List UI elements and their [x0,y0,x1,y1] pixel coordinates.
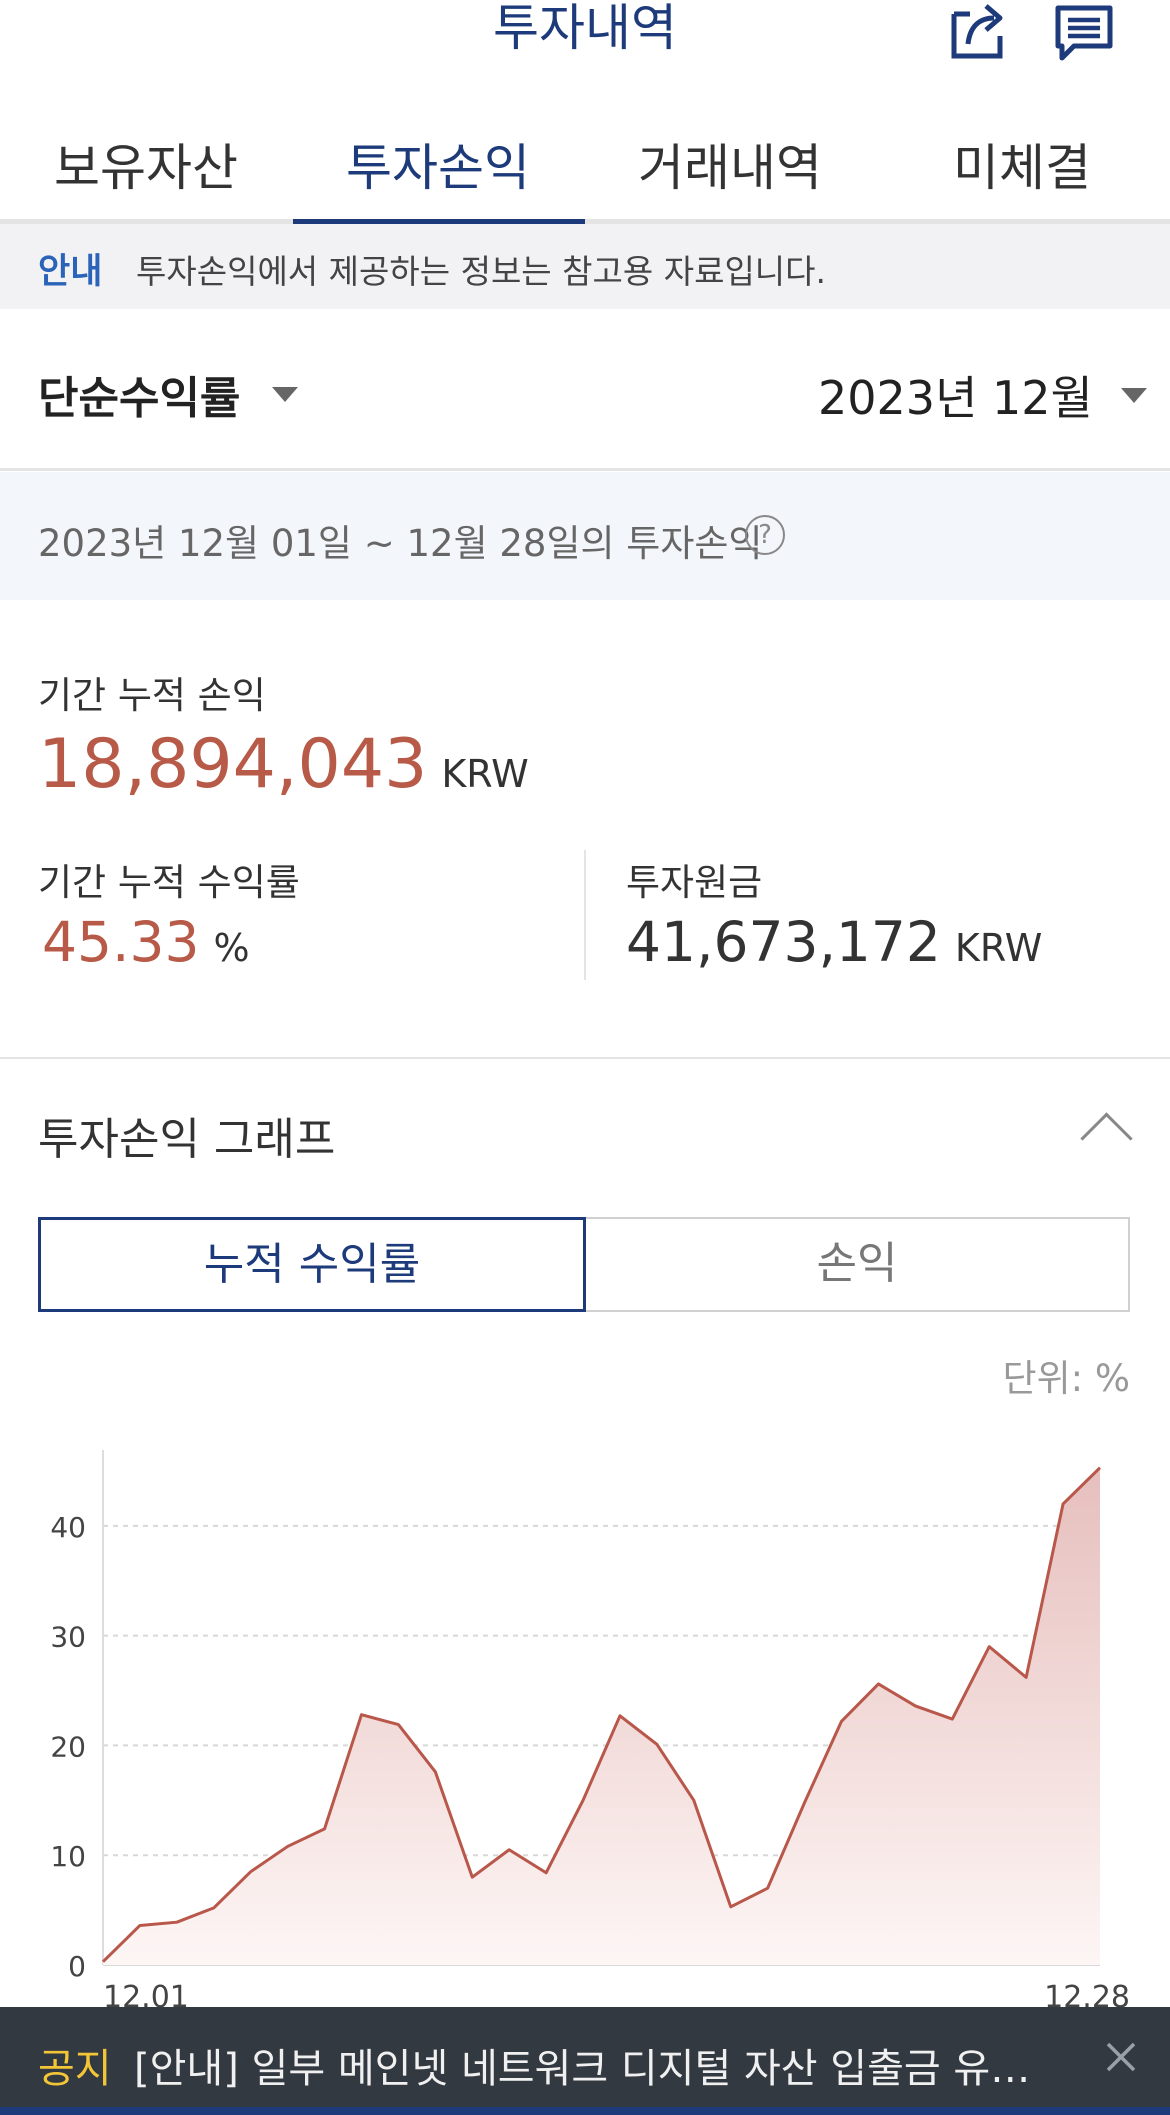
cumulative-pnl-label: 기간 누적 손익 [38,674,266,717]
graph-mode-toggle: 누적 수익률 손익 [38,1217,1130,1312]
segment-pnl[interactable]: 손익 [584,1217,1130,1312]
y-tick-label: 10 [50,1840,86,1873]
month-dropdown[interactable]: 2023년 12월 [818,362,1147,428]
return-type-dropdown[interactable]: 단순수익률 [38,362,299,426]
y-tick-label: 40 [50,1511,86,1544]
chevron-down-icon [1120,387,1147,403]
app-header: 투자내역 [0,0,1170,80]
month-label: 2023년 12월 [818,371,1093,425]
x-tick-label: 12.01 [103,1980,189,2010]
cumulative-return-chart: 0 10 20 30 40 12.01 12.28 [0,1450,1170,2015]
notice-text: 투자손익에서 제공하는 정보는 참고용 자료입니다. [136,252,827,291]
chevron-up-icon[interactable] [1080,1112,1133,1165]
unit-note: 단위: % [1002,1357,1130,1400]
principal-unit: KRW [954,926,1043,970]
close-icon[interactable] [1098,2034,1144,2080]
cumulative-rate-label: 기간 누적 수익률 [38,861,300,904]
cumulative-rate-unit: % [213,926,250,970]
notice-tag: 안내 [38,252,103,292]
x-tick-label: 12.28 [1044,1980,1130,2010]
vertical-divider [584,850,586,980]
tab-holdings[interactable]: 보유자산 [0,128,292,200]
cumulative-pnl: 18,894,043 KRW [38,725,529,804]
graph-title: 투자손익 그래프 [38,1114,336,1165]
help-icon[interactable]: ? [745,515,785,555]
y-tick-label: 0 [68,1950,86,1983]
divider [0,468,1170,471]
area-fill [103,1467,1100,1965]
notes-icon[interactable] [1054,0,1114,62]
tab-investment-pnl[interactable]: 투자손익 [292,128,584,200]
divider [0,1057,1170,1059]
principal-value: 41,673,172 [626,910,941,974]
tab-transactions[interactable]: 거래내역 [584,128,876,200]
chart-svg: 0 10 20 30 40 12.01 12.28 [50,1450,1130,2015]
chevron-down-icon [272,386,299,402]
share-icon[interactable] [948,0,1008,62]
announcement-tag: 공지 [38,2046,112,2092]
cumulative-pnl-unit: KRW [441,752,529,796]
cumulative-pnl-value: 18,894,043 [38,725,428,804]
y-tick-label: 30 [50,1621,86,1654]
tab-open-orders[interactable]: 미체결 [876,128,1168,200]
period-text: 2023년 12월 01일 ~ 12월 28일의 투자손익 [38,522,763,565]
return-type-label: 단순수익률 [38,373,241,424]
announcement-text[interactable]: [안내] 일부 메인넷 네트워크 디지털 자산 입출금 유의… [134,2036,1044,2094]
segment-cumulative-rate[interactable]: 누적 수익률 [38,1217,586,1312]
banner-accent [0,2107,1170,2115]
principal: 41,673,172 KRW [626,910,1042,974]
y-tick-label: 20 [50,1730,86,1763]
cumulative-rate: 45.33 % [42,910,250,974]
cumulative-rate-value: 45.33 [42,910,200,974]
principal-label: 투자원금 [626,861,763,904]
